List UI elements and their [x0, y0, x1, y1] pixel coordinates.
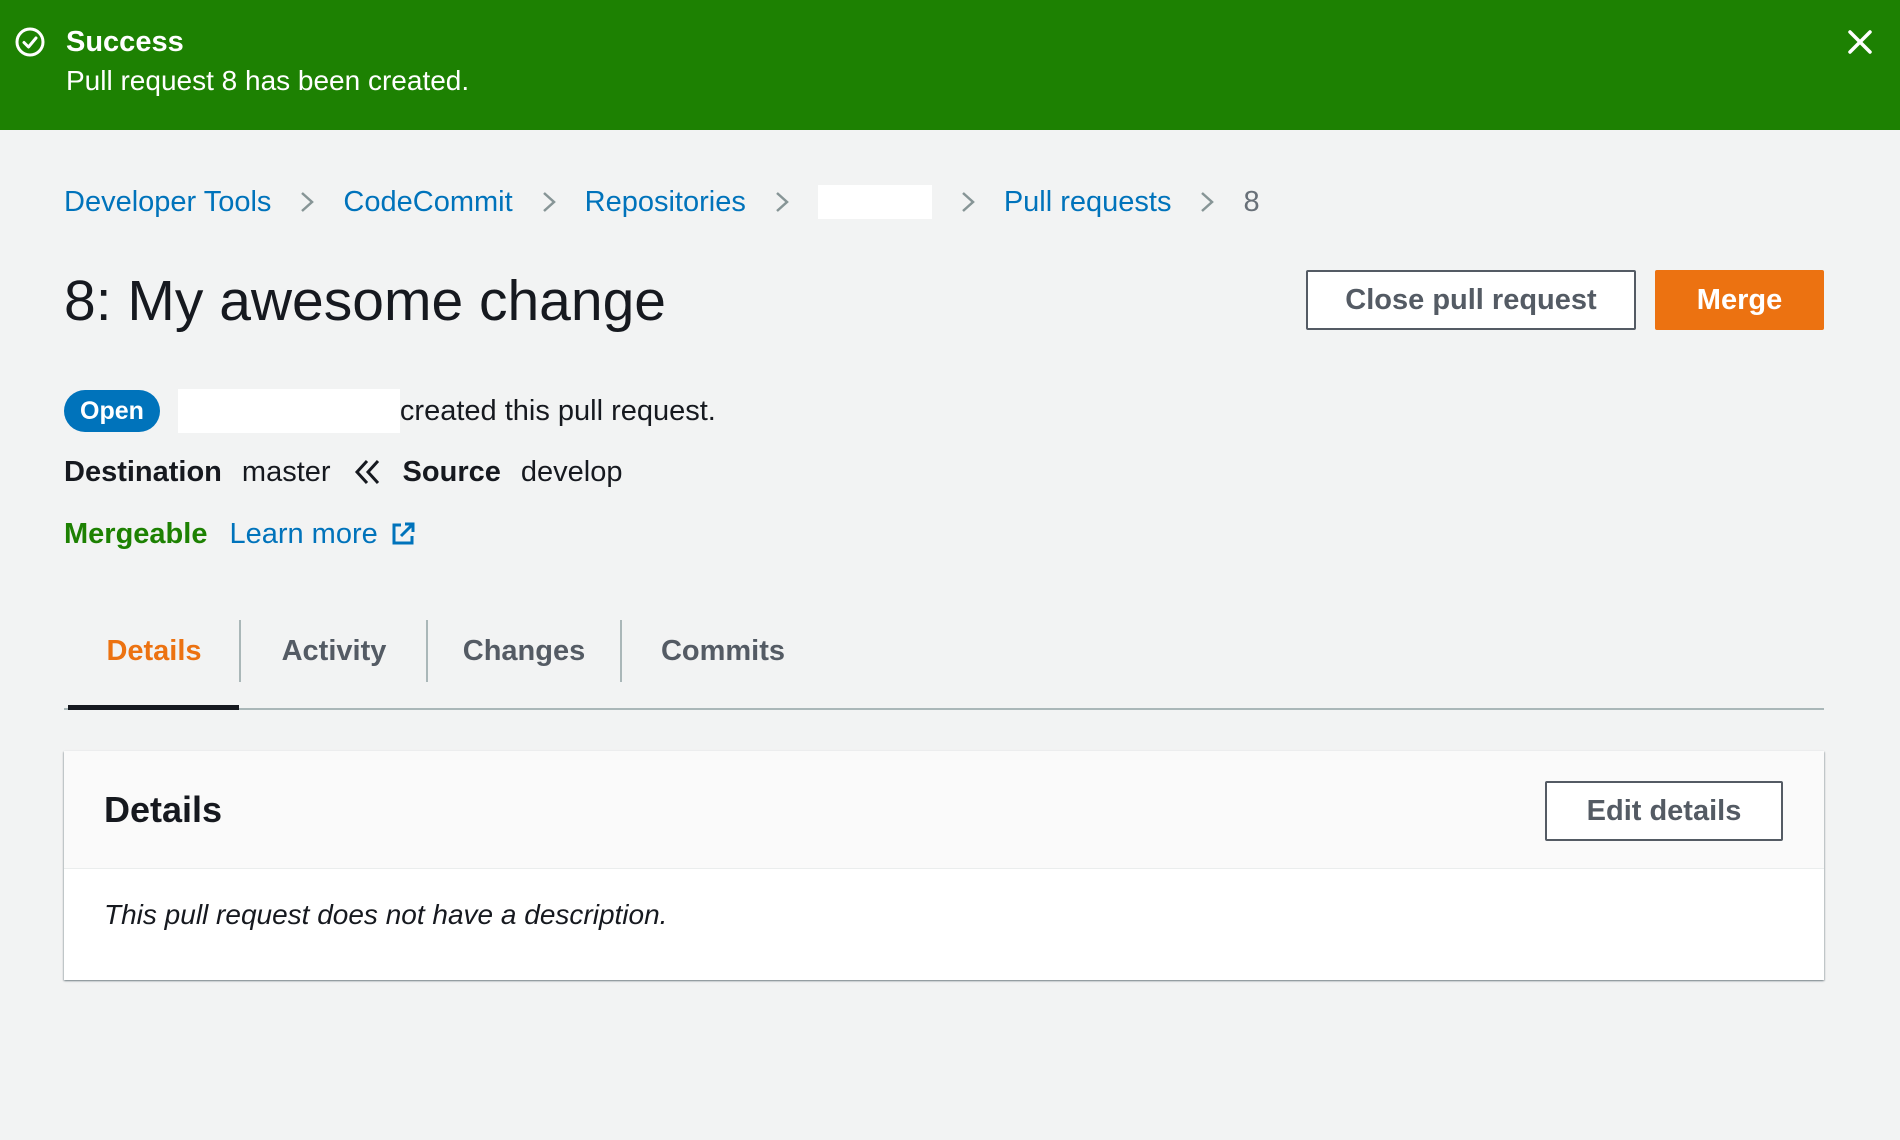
close-icon[interactable]	[1842, 24, 1878, 60]
merge-button[interactable]: Merge	[1655, 270, 1824, 330]
destination-branch: master	[241, 455, 331, 488]
tab-activity[interactable]: Activity	[241, 620, 427, 682]
page-title: 8: My awesome change	[64, 269, 666, 333]
author-name	[177, 389, 400, 433]
double-chevron-left-icon	[354, 459, 379, 485]
close-pull-request-button[interactable]: Close pull request	[1306, 270, 1636, 330]
active-tab-indicator	[68, 705, 239, 710]
check-circle-icon	[15, 27, 45, 57]
destination-label: Destination	[64, 455, 222, 488]
breadcrumb-pull-requests[interactable]: Pull requests	[1004, 186, 1172, 219]
breadcrumb: Developer Tools CodeCommit Repositories …	[64, 180, 1260, 224]
breadcrumb-repository-name[interactable]	[817, 185, 932, 219]
created-text: created this pull request.	[399, 394, 716, 427]
details-panel: Details Edit details This pull request d…	[64, 751, 1824, 980]
description-text: This pull request does not have a descri…	[104, 899, 668, 930]
flash-title: Success	[66, 26, 184, 58]
branch-row: Destination master Source develop	[64, 450, 622, 494]
tab-bar: Details Activity Changes Commits	[64, 600, 1824, 710]
breadcrumb-current: 8	[1243, 185, 1260, 218]
chevron-right-icon	[542, 192, 556, 212]
external-link-icon[interactable]	[390, 521, 416, 547]
flash-message: Pull request 8 has been created.	[66, 65, 470, 96]
breadcrumb-repositories[interactable]: Repositories	[585, 186, 746, 219]
chevron-right-icon	[1201, 192, 1215, 212]
edit-details-button[interactable]: Edit details	[1545, 781, 1783, 841]
status-badge: Open	[64, 390, 160, 432]
chevron-right-icon	[961, 192, 975, 212]
breadcrumb-developer-tools[interactable]: Developer Tools	[64, 186, 271, 219]
details-panel-title: Details	[104, 789, 223, 830]
tab-changes[interactable]: Changes	[428, 620, 620, 682]
status-row: Open created this pull request.	[64, 389, 716, 433]
mergeable-row: Mergeable Learn more	[64, 512, 416, 556]
learn-more-link[interactable]: Learn more	[229, 518, 377, 551]
tab-commits[interactable]: Commits	[622, 620, 824, 682]
tab-details[interactable]: Details	[64, 620, 244, 682]
chevron-right-icon	[301, 192, 315, 212]
success-flashbar: Success Pull request 8 has been created.	[0, 0, 1900, 130]
source-branch: develop	[520, 455, 623, 488]
mergeable-status: Mergeable	[64, 517, 208, 550]
breadcrumb-codecommit[interactable]: CodeCommit	[343, 186, 512, 219]
chevron-right-icon	[775, 192, 789, 212]
source-label: Source	[402, 455, 501, 488]
details-panel-header: Details Edit details	[64, 751, 1824, 869]
